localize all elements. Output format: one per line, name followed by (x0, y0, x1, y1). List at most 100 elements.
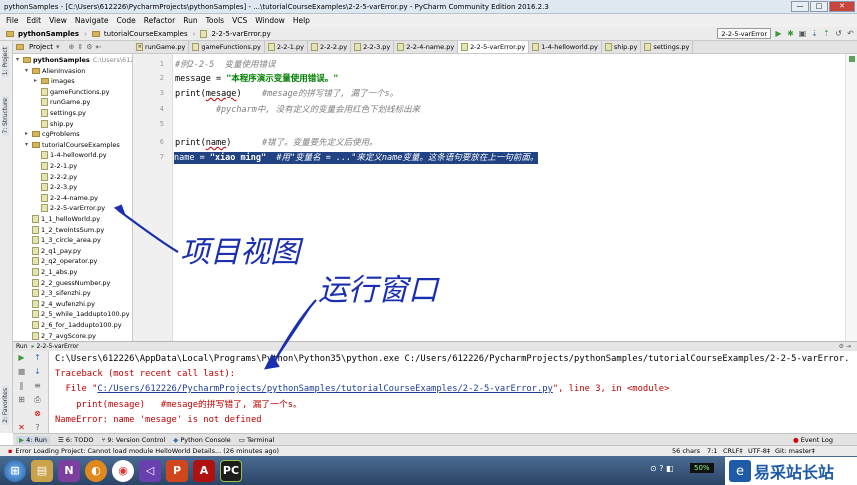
status-position[interactable]: 7:1 (707, 447, 717, 455)
menu-code[interactable]: Code (117, 16, 136, 25)
status-git-branch[interactable]: Git: master‡ (775, 447, 815, 455)
code-line-1[interactable]: #例2-2-5 变量使用错误 (175, 59, 275, 71)
chevron-down-icon[interactable]: ▾ (56, 43, 60, 51)
close-tab-icon[interactable]: ✕ (138, 41, 142, 53)
menu-run[interactable]: Run (183, 16, 197, 25)
tab-python-console[interactable]: ◆ Python Console (173, 436, 230, 444)
tree-file[interactable]: 2-2-5-varError.py (34, 203, 105, 213)
tab-run[interactable]: ▶ 4: Run (16, 435, 50, 444)
battery-indicator[interactable]: 50% (690, 463, 714, 473)
chevron-right-icon[interactable]: ▸ (34, 76, 41, 86)
minimize-button[interactable]: — (791, 1, 809, 12)
history-icon[interactable]: ↺ (834, 29, 843, 38)
code-line-3[interactable]: print(mesage) #mesage的拼写错了, 漏了一个s。 (175, 88, 398, 100)
editor-tab[interactable]: 2-2-3.py ✕ (138, 41, 395, 53)
revert-icon[interactable]: ↶ (846, 29, 855, 38)
code-line-4[interactable]: #pycharm中, 没有定义的变量会用红色下划线标出来 (175, 104, 420, 116)
tree-file[interactable]: 1_3_circle_area.py (25, 235, 101, 245)
tree-file[interactable]: 2_3_sifenzhi.py (25, 288, 91, 298)
menu-view[interactable]: View (49, 16, 67, 25)
chevron-right-icon[interactable]: ▸ (25, 129, 32, 139)
menu-file[interactable]: File (6, 16, 19, 25)
start-icon[interactable]: ⊞ (4, 459, 26, 482)
tree-file[interactable]: 2_1_abs.py (25, 267, 77, 277)
chevron-down-icon[interactable]: ▾ (25, 140, 32, 150)
tree-folder[interactable]: ▸ images (34, 76, 75, 86)
collapse-icon[interactable]: ⇕ (77, 43, 83, 51)
editor-tab[interactable]: 1-4-helloworld.py ✕ (138, 41, 602, 53)
menu-navigate[interactable]: Navigate (75, 16, 109, 25)
editor-tab[interactable]: 2-2-5-varError.py ✕ (138, 41, 530, 53)
tree-file[interactable]: 2_q2_operator.py (25, 256, 97, 266)
tree-file[interactable]: 2_4_wufenzhi.py (25, 299, 95, 309)
inspection-ok-icon[interactable] (849, 56, 855, 62)
run-icon[interactable]: ▶ (774, 29, 783, 38)
favorites-tool-tab[interactable]: 2: Favorites (2, 386, 9, 425)
powerpoint-icon[interactable]: P (166, 459, 188, 482)
tree-folder[interactable]: ▾ tutorialCourseExamples (25, 140, 120, 150)
coverage-icon[interactable]: ▣ (798, 29, 807, 38)
maximize-button[interactable]: □ (810, 1, 828, 12)
tree-file[interactable]: 1_1_helloWorld.py (25, 214, 100, 224)
code-line-2[interactable]: message = "本程序演示变量使用错误。" (175, 73, 338, 85)
tree-file[interactable]: 2-2-1.py (34, 161, 77, 171)
vcs-commit-icon[interactable]: ⇡ (822, 29, 831, 38)
tree-file[interactable]: 2-2-3.py (34, 182, 77, 192)
menu-help[interactable]: Help (293, 16, 310, 25)
tree-file[interactable]: 2-2-4-name.py (34, 193, 98, 203)
sync-icon[interactable]: ⊕ (68, 43, 74, 51)
pin-icon[interactable]: ⊞ (17, 395, 26, 404)
tree-file[interactable]: 1_2_twoIntsSum.py (25, 225, 104, 235)
tree-file[interactable]: gameFunctions.py (34, 87, 110, 97)
menu-window[interactable]: Window (255, 16, 285, 25)
print-icon[interactable]: ⎙ (33, 395, 42, 404)
project-panel-title[interactable]: Project (29, 43, 53, 51)
help-icon[interactable]: ? (33, 423, 42, 432)
code-line-6[interactable]: print(name) #错了。变量要先定义后使用。 (175, 137, 378, 149)
run-console[interactable]: C:\Users\612226\AppData\Local\Programs\P… (49, 351, 857, 433)
run-config-select[interactable]: 2-2-5-varError (717, 28, 771, 39)
editor-tab[interactable]: 2-2-4-name.py ✕ (138, 41, 459, 53)
gear-icon[interactable]: ⚙ (86, 43, 92, 51)
editor-tab[interactable]: settings.py ✕ (138, 41, 694, 53)
menu-vcs[interactable]: VCS (232, 16, 247, 25)
vcs-update-icon[interactable]: ⇣ (810, 29, 819, 38)
tab-event-log[interactable]: ● Event Log (793, 436, 833, 444)
breadcrumb-folder[interactable]: tutorialCourseExamples (104, 30, 188, 38)
clear-icon[interactable]: ⊗ (33, 409, 42, 418)
menu-tools[interactable]: Tools (206, 16, 224, 25)
tree-file[interactable]: 1-4-helloworld.py (34, 150, 107, 160)
file-explorer-icon[interactable]: ▤ (31, 459, 53, 482)
structure-tool-tab[interactable]: 7: Structure (2, 96, 9, 136)
code-line-7-selected[interactable]: name = "xiao ming" #用"变量名 = ..."来定义name变… (174, 152, 539, 164)
breadcrumb-file[interactable]: 2-2-5-varError.py (211, 30, 270, 38)
pycharm-icon[interactable]: PC (220, 459, 242, 482)
close-icon[interactable]: ✕ (17, 423, 26, 432)
tab-todo[interactable]: ☰ 6: TODO (58, 436, 94, 444)
chrome-icon[interactable]: ◉ (112, 459, 134, 482)
menu-edit[interactable]: Edit (27, 16, 42, 25)
editor-tab[interactable]: gameFunctions.py ✕ (138, 41, 265, 53)
status-line-separator[interactable]: CRLF‡ (723, 447, 743, 455)
tray-icons[interactable]: ⊙ ? ◧ (650, 464, 674, 473)
gear-icon[interactable]: ⚙ ⇥ (839, 343, 851, 350)
chevron-down-icon[interactable]: ▾ (16, 55, 23, 65)
chevron-down-icon[interactable]: ▾ (25, 66, 32, 76)
pdf-reader-icon[interactable]: A (193, 459, 215, 482)
tree-file[interactable]: 2-2-2.py (34, 172, 77, 182)
onenote-icon[interactable]: N (58, 459, 80, 482)
tree-file[interactable]: settings.py (34, 108, 86, 118)
editor-tab[interactable]: 2-2-1.py ✕ (138, 41, 308, 53)
pause-icon[interactable]: ‖ (17, 381, 26, 390)
console-file-link[interactable]: C:/Users/612226/PycharmProjects/pythonSa… (97, 384, 552, 394)
project-tool-tab[interactable]: 1: Project (2, 45, 9, 78)
media-player-icon[interactable]: ◐ (85, 459, 107, 482)
tab-terminal[interactable]: ▭ Terminal (239, 436, 275, 444)
close-button[interactable]: ✕ (829, 1, 855, 12)
tree-folder[interactable]: ▸ cgProblems (25, 129, 80, 139)
tree-folder[interactable]: ▾ pythonSamples C:\Users\612 (16, 55, 132, 65)
tree-file[interactable]: runGame.py (34, 97, 90, 107)
hide-icon[interactable]: ⇤ (96, 43, 102, 51)
breadcrumb-project[interactable]: pythonSamples (18, 30, 79, 38)
editor-scrollbar[interactable] (845, 54, 857, 341)
